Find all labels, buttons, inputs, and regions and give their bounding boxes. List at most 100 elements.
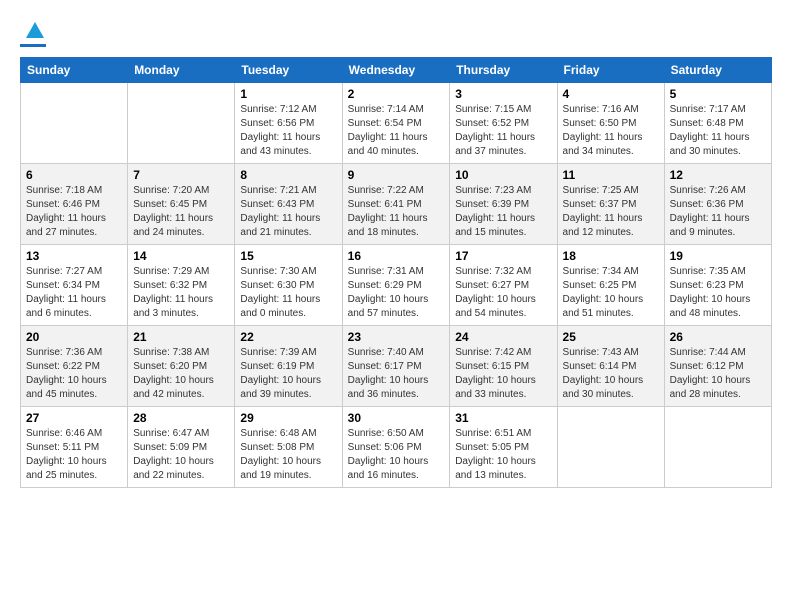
- sunrise-text: Sunrise: 7:29 AM: [133, 265, 229, 279]
- column-header-monday: Monday: [128, 58, 235, 83]
- day-cell: 29 Sunrise: 6:48 AM Sunset: 5:08 PM Dayl…: [235, 407, 342, 488]
- sunrise-text: Sunrise: 7:35 AM: [670, 265, 766, 279]
- day-cell: 31 Sunrise: 6:51 AM Sunset: 5:05 PM Dayl…: [450, 407, 557, 488]
- sunrise-text: Sunrise: 6:50 AM: [348, 427, 445, 441]
- sunrise-text: Sunrise: 7:30 AM: [240, 265, 336, 279]
- sunset-text: Sunset: 6:41 PM: [348, 198, 445, 212]
- daylight-text: Daylight: 10 hours and 54 minutes.: [455, 293, 551, 321]
- sunrise-text: Sunrise: 7:21 AM: [240, 184, 336, 198]
- daylight-text: Daylight: 11 hours and 9 minutes.: [670, 212, 766, 240]
- column-header-friday: Friday: [557, 58, 664, 83]
- daylight-text: Daylight: 11 hours and 30 minutes.: [670, 131, 766, 159]
- sunrise-text: Sunrise: 7:42 AM: [455, 346, 551, 360]
- sunrise-text: Sunrise: 7:22 AM: [348, 184, 445, 198]
- day-cell: 9 Sunrise: 7:22 AM Sunset: 6:41 PM Dayli…: [342, 164, 450, 245]
- daylight-text: Daylight: 11 hours and 24 minutes.: [133, 212, 229, 240]
- day-info: Sunrise: 7:42 AM Sunset: 6:15 PM Dayligh…: [455, 346, 551, 402]
- day-cell: 13 Sunrise: 7:27 AM Sunset: 6:34 PM Dayl…: [21, 245, 128, 326]
- sunrise-text: Sunrise: 7:17 AM: [670, 103, 766, 117]
- sunset-text: Sunset: 6:12 PM: [670, 360, 766, 374]
- day-cell: 20 Sunrise: 7:36 AM Sunset: 6:22 PM Dayl…: [21, 326, 128, 407]
- page-header: [20, 20, 772, 47]
- day-info: Sunrise: 7:44 AM Sunset: 6:12 PM Dayligh…: [670, 346, 766, 402]
- day-number: 22: [240, 330, 336, 344]
- day-number: 4: [563, 87, 659, 101]
- day-number: 31: [455, 411, 551, 425]
- daylight-text: Daylight: 10 hours and 28 minutes.: [670, 374, 766, 402]
- day-number: 7: [133, 168, 229, 182]
- day-info: Sunrise: 7:17 AM Sunset: 6:48 PM Dayligh…: [670, 103, 766, 159]
- day-info: Sunrise: 6:47 AM Sunset: 5:09 PM Dayligh…: [133, 427, 229, 483]
- day-cell: [21, 83, 128, 164]
- day-number: 25: [563, 330, 659, 344]
- sunset-text: Sunset: 6:17 PM: [348, 360, 445, 374]
- day-info: Sunrise: 7:39 AM Sunset: 6:19 PM Dayligh…: [240, 346, 336, 402]
- daylight-text: Daylight: 11 hours and 12 minutes.: [563, 212, 659, 240]
- day-cell: 28 Sunrise: 6:47 AM Sunset: 5:09 PM Dayl…: [128, 407, 235, 488]
- day-cell: [557, 407, 664, 488]
- day-cell: 15 Sunrise: 7:30 AM Sunset: 6:30 PM Dayl…: [235, 245, 342, 326]
- column-header-sunday: Sunday: [21, 58, 128, 83]
- day-number: 20: [26, 330, 122, 344]
- day-number: 14: [133, 249, 229, 263]
- day-cell: 4 Sunrise: 7:16 AM Sunset: 6:50 PM Dayli…: [557, 83, 664, 164]
- sunrise-text: Sunrise: 7:31 AM: [348, 265, 445, 279]
- daylight-text: Daylight: 10 hours and 36 minutes.: [348, 374, 445, 402]
- day-number: 11: [563, 168, 659, 182]
- daylight-text: Daylight: 10 hours and 19 minutes.: [240, 455, 336, 483]
- day-info: Sunrise: 7:31 AM Sunset: 6:29 PM Dayligh…: [348, 265, 445, 321]
- sunrise-text: Sunrise: 7:26 AM: [670, 184, 766, 198]
- sunset-text: Sunset: 5:05 PM: [455, 441, 551, 455]
- day-number: 9: [348, 168, 445, 182]
- day-info: Sunrise: 7:15 AM Sunset: 6:52 PM Dayligh…: [455, 103, 551, 159]
- sunset-text: Sunset: 6:29 PM: [348, 279, 445, 293]
- sunset-text: Sunset: 6:36 PM: [670, 198, 766, 212]
- day-number: 21: [133, 330, 229, 344]
- daylight-text: Daylight: 11 hours and 37 minutes.: [455, 131, 551, 159]
- daylight-text: Daylight: 11 hours and 34 minutes.: [563, 131, 659, 159]
- daylight-text: Daylight: 11 hours and 15 minutes.: [455, 212, 551, 240]
- sunset-text: Sunset: 5:08 PM: [240, 441, 336, 455]
- sunset-text: Sunset: 6:45 PM: [133, 198, 229, 212]
- sunrise-text: Sunrise: 7:43 AM: [563, 346, 659, 360]
- day-info: Sunrise: 7:22 AM Sunset: 6:41 PM Dayligh…: [348, 184, 445, 240]
- day-cell: 27 Sunrise: 6:46 AM Sunset: 5:11 PM Dayl…: [21, 407, 128, 488]
- daylight-text: Daylight: 10 hours and 51 minutes.: [563, 293, 659, 321]
- sunrise-text: Sunrise: 7:12 AM: [240, 103, 336, 117]
- day-info: Sunrise: 7:25 AM Sunset: 6:37 PM Dayligh…: [563, 184, 659, 240]
- daylight-text: Daylight: 11 hours and 27 minutes.: [26, 212, 122, 240]
- day-number: 17: [455, 249, 551, 263]
- day-number: 18: [563, 249, 659, 263]
- day-cell: 16 Sunrise: 7:31 AM Sunset: 6:29 PM Dayl…: [342, 245, 450, 326]
- daylight-text: Daylight: 10 hours and 30 minutes.: [563, 374, 659, 402]
- day-number: 19: [670, 249, 766, 263]
- sunrise-text: Sunrise: 7:16 AM: [563, 103, 659, 117]
- sunrise-text: Sunrise: 7:40 AM: [348, 346, 445, 360]
- day-cell: 21 Sunrise: 7:38 AM Sunset: 6:20 PM Dayl…: [128, 326, 235, 407]
- sunset-text: Sunset: 6:56 PM: [240, 117, 336, 131]
- sunrise-text: Sunrise: 7:18 AM: [26, 184, 122, 198]
- week-row-3: 13 Sunrise: 7:27 AM Sunset: 6:34 PM Dayl…: [21, 245, 772, 326]
- day-cell: 22 Sunrise: 7:39 AM Sunset: 6:19 PM Dayl…: [235, 326, 342, 407]
- day-number: 26: [670, 330, 766, 344]
- sunrise-text: Sunrise: 6:51 AM: [455, 427, 551, 441]
- day-cell: 8 Sunrise: 7:21 AM Sunset: 6:43 PM Dayli…: [235, 164, 342, 245]
- sunset-text: Sunset: 6:25 PM: [563, 279, 659, 293]
- daylight-text: Daylight: 11 hours and 43 minutes.: [240, 131, 336, 159]
- day-cell: 18 Sunrise: 7:34 AM Sunset: 6:25 PM Dayl…: [557, 245, 664, 326]
- daylight-text: Daylight: 11 hours and 0 minutes.: [240, 293, 336, 321]
- day-info: Sunrise: 7:27 AM Sunset: 6:34 PM Dayligh…: [26, 265, 122, 321]
- sunrise-text: Sunrise: 7:32 AM: [455, 265, 551, 279]
- header-row: SundayMondayTuesdayWednesdayThursdayFrid…: [21, 58, 772, 83]
- day-cell: 6 Sunrise: 7:18 AM Sunset: 6:46 PM Dayli…: [21, 164, 128, 245]
- column-header-thursday: Thursday: [450, 58, 557, 83]
- sunrise-text: Sunrise: 7:44 AM: [670, 346, 766, 360]
- logo-icon: [24, 20, 46, 42]
- sunset-text: Sunset: 6:54 PM: [348, 117, 445, 131]
- day-info: Sunrise: 7:18 AM Sunset: 6:46 PM Dayligh…: [26, 184, 122, 240]
- daylight-text: Daylight: 11 hours and 40 minutes.: [348, 131, 445, 159]
- sunrise-text: Sunrise: 7:38 AM: [133, 346, 229, 360]
- sunrise-text: Sunrise: 7:15 AM: [455, 103, 551, 117]
- day-number: 27: [26, 411, 122, 425]
- daylight-text: Daylight: 10 hours and 25 minutes.: [26, 455, 122, 483]
